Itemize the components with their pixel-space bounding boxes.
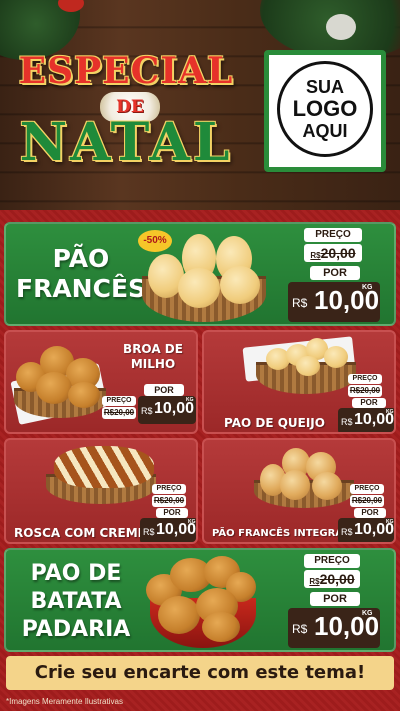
new-price-tag: R$ 10,00 KG (138, 396, 196, 424)
bread-roll-image (220, 266, 260, 304)
product-name: PÃO FRANCÊS (16, 244, 146, 304)
logo-text-line3: AQUI (302, 121, 348, 141)
header-banner: ESPECIAL DE NATAL SUA LOGO AQUI (0, 0, 400, 212)
product-card-pao-frances-integral[interactable]: PÃO FRANCÊS INTEGRAL PREÇO R$20,00 POR R… (202, 438, 396, 544)
logo-circle: SUA LOGO AQUI (277, 61, 373, 157)
product-name: ROSCA COM CREME (14, 526, 146, 540)
old-price-label: PREÇO (348, 374, 382, 384)
old-price-label: PREÇO (152, 484, 186, 494)
price-unit: KG (186, 397, 194, 403)
product-name: BROA DE MILHO (118, 342, 188, 372)
old-price: R$20,00 (304, 244, 362, 262)
new-price-tag: R$ 10,00 KG (140, 518, 196, 542)
old-price-currency: R$ (309, 577, 320, 586)
price-unit: KG (188, 519, 196, 525)
bread-roll-image (178, 268, 220, 308)
cheese-bread-image (296, 356, 320, 376)
old-price: R$20,00 (350, 495, 384, 507)
old-price-label: PREÇO (304, 554, 360, 568)
new-price-currency: R$ (341, 417, 353, 427)
logo-text-line1: SUA (305, 77, 344, 97)
disclaimer-text: *Imagens Meramente Ilustrativas (6, 697, 123, 706)
new-price-currency: R$ (292, 622, 308, 636)
new-price-currency: R$ (141, 406, 153, 416)
logo-text-line2: LOGO (292, 96, 358, 121)
old-price-currency: R$ (310, 251, 321, 260)
product-name-line1: PAO DE (30, 561, 122, 586)
new-price-tag: R$ 10,00 KG (338, 518, 394, 542)
price-unit: KG (386, 519, 394, 525)
product-name-line2: FRANCÊS (16, 274, 147, 303)
rosca-image (54, 446, 154, 488)
old-price-label: PREÇO (350, 484, 384, 494)
title-natal: NATAL (19, 112, 233, 173)
product-card-rosca-com-creme[interactable]: ROSCA COM CREME PREÇO R$20,00 POR R$ 10,… (4, 438, 198, 544)
old-price: R$20,00 (152, 495, 186, 507)
old-price: R$20,00 (348, 385, 382, 397)
product-name-line1: BROA DE (123, 342, 183, 356)
new-price-label: POR (310, 592, 360, 606)
new-price-tag: R$ 10,00 KG (338, 408, 394, 432)
product-name-line2: MILHO (130, 357, 176, 371)
broa-image (36, 372, 72, 404)
new-price-label: POR (354, 508, 386, 518)
new-price-label: POR (310, 266, 360, 280)
old-price-value: 20,00 (319, 571, 355, 587)
discount-badge: -50% (138, 230, 172, 252)
potato-bread-image (158, 596, 200, 634)
product-name-line1: PÃO (52, 244, 110, 273)
potato-bread-image (202, 612, 240, 642)
price-unit: KG (386, 409, 394, 415)
new-price-currency: R$ (341, 527, 353, 537)
title-especial: ESPECIAL (18, 50, 234, 92)
new-price-tag: R$ 10,00 KG (288, 608, 380, 648)
product-name: PAO DE BATATA PADARIA (12, 560, 140, 644)
new-price-currency: R$ (143, 527, 155, 537)
new-price-currency: R$ (292, 296, 308, 310)
old-price-value: 20,00 (320, 245, 356, 261)
logo-placeholder[interactable]: SUA LOGO AQUI (264, 50, 386, 172)
old-price-label: PREÇO (102, 396, 136, 406)
new-price-label: POR (144, 384, 184, 396)
old-price: R$20,00 (304, 570, 360, 588)
price-unit: KG (362, 610, 373, 617)
new-price-tag: R$ 10,00 KG (288, 282, 380, 322)
christmas-ornament-icon (326, 14, 356, 40)
broa-image (68, 382, 100, 408)
old-price: R$20,00 (102, 407, 136, 419)
old-price-label: PREÇO (304, 228, 362, 242)
new-price-label: POR (352, 398, 386, 408)
product-card-broa-de-milho[interactable]: BROA DE MILHO POR PREÇO R$20,00 R$ 10,00… (4, 330, 198, 434)
cheese-bread-image (324, 346, 348, 368)
product-card-pao-de-batata[interactable]: PAO DE BATATA PADARIA PREÇO R$20,00 POR … (4, 548, 396, 652)
product-name: PÃO FRANCÊS INTEGRAL (212, 528, 350, 539)
whole-wheat-roll-image (312, 472, 342, 500)
product-name-line2: BATATA (30, 589, 122, 614)
new-price-label: POR (156, 508, 188, 518)
product-card-pao-de-queijo[interactable]: PAO DE QUEIJO PREÇO R$20,00 POR R$ 10,00… (202, 330, 396, 434)
product-card-pao-frances[interactable]: PÃO FRANCÊS PREÇO R$20,00 POR R$ 10,00 K… (4, 222, 396, 326)
product-name: PAO DE QUEIJO (224, 416, 325, 430)
cta-banner[interactable]: Crie seu encarte com este tema! (6, 656, 394, 690)
whole-wheat-roll-image (280, 470, 310, 500)
product-name-line3: PADARIA (21, 617, 131, 642)
price-unit: KG (362, 284, 373, 291)
